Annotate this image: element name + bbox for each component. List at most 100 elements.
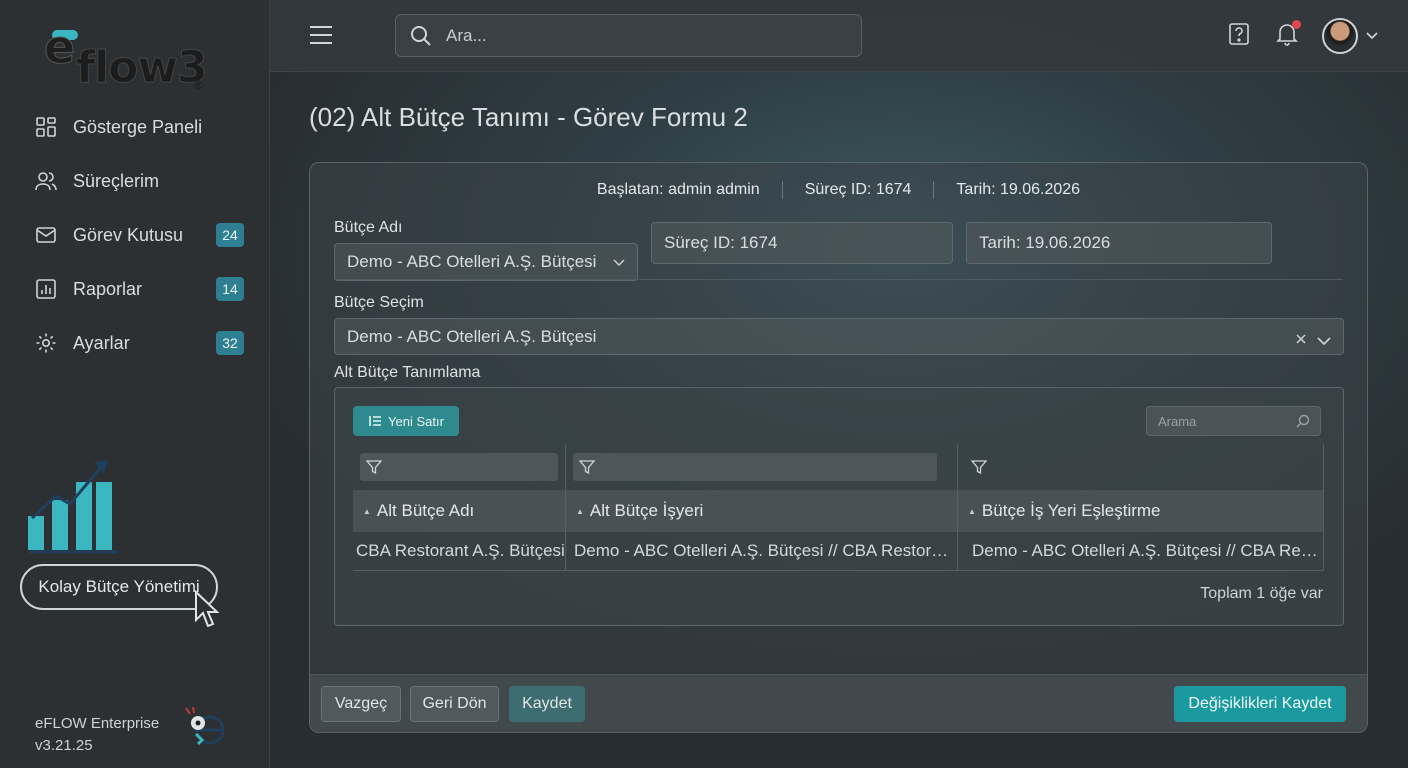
section-divider (334, 279, 1343, 280)
form-footer: Vazgeç Geri Dön Kaydet Değişiklikleri Ka… (310, 674, 1367, 732)
chevron-down-icon[interactable] (1366, 27, 1378, 45)
process-id-value: 1674 (875, 181, 912, 198)
promo-label: Kolay Bütçe Yönetimi (20, 564, 218, 610)
sub-budget-label: Alt Bütçe Tanımlama (334, 364, 481, 381)
logo-flow: flow3 (76, 42, 209, 94)
mail-icon (35, 224, 57, 246)
top-bar (270, 0, 1408, 72)
save-button[interactable]: Kaydet (509, 686, 585, 722)
process-id-field-text: Süreç ID: 1674 (664, 233, 778, 252)
save-changes-button[interactable]: Değişiklikleri Kaydet (1174, 686, 1346, 722)
date-field-text: Tarih: 19.06.2026 (979, 233, 1111, 252)
table-cell: Demo - ABC Otelleri A.Ş. Bütçesi // CBA … (957, 532, 1324, 571)
column-header-label: Alt Bütçe Adı (376, 501, 475, 520)
mascot-icon (185, 706, 225, 746)
reports-count-badge: 14 (216, 277, 244, 301)
growth-chart-icon (28, 460, 118, 554)
header-row: ▲ Alt Bütçe Adı ▲ Alt Bütçe İşyeri ▲ Bütçe … (353, 490, 1324, 532)
cursor-icon (195, 590, 220, 628)
product-name: eFLOW Enterprise (35, 715, 160, 732)
sidebar-item-settings[interactable]: Ayarlar 32 (0, 316, 270, 370)
chevron-down-icon (613, 254, 625, 274)
chevron-down-icon[interactable] (1317, 331, 1331, 351)
total-count: Toplam 1 öğe var (1200, 585, 1323, 602)
dashboard-icon (35, 116, 57, 138)
menu-icon[interactable] (310, 26, 332, 44)
sort-icon: ▲ (363, 506, 371, 516)
sidebar-item-dashboard[interactable]: Gösterge Paneli (0, 100, 270, 154)
budget-promo[interactable]: Kolay Bütçe Yönetimi (18, 452, 248, 632)
process-id-field: Süreç ID: 1674 (651, 222, 953, 264)
column-header[interactable]: ▲ Bütçe İş Yeri Eşleştirme (957, 490, 1324, 532)
global-search[interactable] (395, 14, 862, 57)
sidebar-item-label: Gösterge Paneli (73, 116, 203, 137)
sidebar-item-label: Görev Kutusu (73, 224, 184, 245)
sidebar-item-inbox[interactable]: Görev Kutusu 24 (0, 208, 270, 262)
filter-cell[interactable] (957, 444, 1324, 490)
sidebar: e flow3 ® Gösterge Paneli Süreçlerim Gör… (0, 0, 270, 768)
search-icon (410, 25, 432, 52)
filter-icon (366, 460, 382, 475)
avatar[interactable] (1322, 18, 1358, 54)
filter-cell[interactable] (565, 444, 958, 490)
started-by-value: admin admin (668, 181, 760, 198)
grid-search-placeholder: Arama (1158, 413, 1197, 429)
budget-select-value: Demo - ABC Otelleri A.Ş. Bütçesi (347, 326, 597, 346)
budget-select-label: Bütçe Seçim (334, 294, 424, 311)
budget-name-select[interactable]: Demo - ABC Otelleri A.Ş. Bütçesi (334, 243, 638, 281)
date-label: Tarih: (956, 181, 996, 198)
budget-name-label: Bütçe Adı (334, 219, 403, 236)
sub-budget-table: ▲ Alt Bütçe Adı ▲ Alt Bütçe İşyeri ▲ Bütçe … (353, 444, 1324, 571)
grid-search-input[interactable]: Arama (1146, 406, 1321, 436)
new-row-button[interactable]: Yeni Satır (353, 406, 459, 436)
column-header-label: Alt Bütçe İşyeri (589, 501, 704, 520)
table-cell: Demo - ABC Otelleri A.Ş. Bütçesi // CBA … (565, 532, 958, 571)
budget-select[interactable]: Demo - ABC Otelleri A.Ş. Bütçesi (334, 318, 1344, 355)
settings-count-badge: 32 (216, 331, 244, 355)
sidebar-item-label: Ayarlar (73, 332, 130, 353)
filter-row (353, 444, 1324, 490)
sidebar-item-processes[interactable]: Süreçlerim (0, 154, 270, 208)
process-id-label: Süreç ID: (804, 181, 872, 198)
help-icon[interactable] (1228, 22, 1250, 51)
column-header[interactable]: ▲ Alt Bütçe Adı (353, 490, 566, 532)
table-cell: CBA Restorant A.Ş. Bütçesi (353, 532, 566, 571)
notification-bell-icon[interactable] (1276, 19, 1301, 51)
sidebar-item-label: Süreçlerim (73, 170, 160, 191)
date-field: Tarih: 19.06.2026 (966, 222, 1272, 264)
table-row[interactable]: CBA Restorant A.Ş. Bütçesi Demo - ABC Ot… (353, 532, 1324, 571)
filter-icon (971, 460, 987, 475)
process-meta: Başlatan: admin admin Süreç ID: 1674 Tar… (310, 181, 1367, 199)
budget-name-value: Demo - ABC Otelleri A.Ş. Bütçesi (347, 252, 597, 271)
page-title: (02) Alt Bütçe Tanımı - Görev Formu 2 (309, 102, 748, 132)
logo-e: e (43, 20, 76, 75)
sidebar-item-label: Raporlar (73, 278, 143, 299)
cancel-button[interactable]: Vazgeç (321, 686, 401, 722)
filter-icon (579, 460, 595, 475)
search-icon (1296, 414, 1310, 431)
sidebar-nav: Gösterge Paneli Süreçlerim Görev Kutusu … (0, 100, 270, 370)
back-button[interactable]: Geri Dön (410, 686, 499, 722)
version-info: eFLOW Enterprise v3.21.25 (35, 713, 159, 757)
notification-dot (1292, 19, 1301, 29)
sub-budget-grid: Yeni Satır Arama ▲ Alt Bütçe Adı ▲ Alt Büt… (334, 387, 1344, 626)
date-value: 19.06.2026 (1000, 181, 1081, 198)
top-actions (1228, 16, 1378, 56)
sort-icon: ▲ (968, 506, 976, 516)
clear-icon[interactable] (1295, 330, 1307, 350)
gear-icon (35, 332, 57, 354)
search-input[interactable] (446, 25, 826, 46)
new-row-label: Yeni Satır (388, 413, 444, 429)
sort-icon: ▲ (576, 506, 584, 516)
users-icon (35, 170, 57, 192)
started-by-label: Başlatan: (596, 181, 664, 198)
column-header-label: Bütçe İş Yeri Eşleştirme (981, 501, 1161, 520)
sidebar-item-reports[interactable]: Raporlar 14 (0, 262, 270, 316)
column-header[interactable]: ▲ Alt Bütçe İşyeri (565, 490, 958, 532)
report-icon (35, 278, 57, 300)
filter-cell[interactable] (353, 444, 566, 490)
task-form-card: Başlatan: admin admin Süreç ID: 1674 Tar… (309, 162, 1368, 733)
inbox-count-badge: 24 (216, 223, 244, 247)
product-version: v3.21.25 (35, 737, 93, 754)
eflow-logo[interactable]: e flow3 ® (42, 18, 212, 96)
